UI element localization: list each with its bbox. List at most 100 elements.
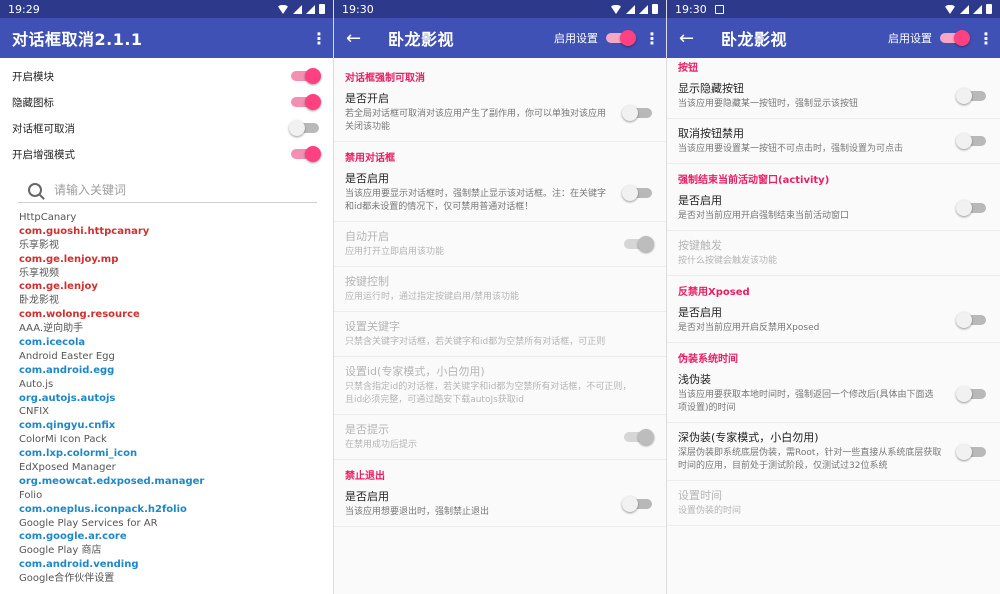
preference-summary: 深层伪装即系统底层伪装，需Root，针对一些直接从系统底层获取时间的应用，目前处…	[678, 448, 942, 471]
status-bar: 19:30	[667, 0, 1000, 18]
preference-summary: 只禁含指定id的对话框，若关键字和id都为空禁所有对话框，不可正则，且id必须完…	[345, 382, 632, 405]
search-bar[interactable]: 请输入关键词	[18, 177, 317, 203]
preference-title: 深伪装(专家模式，小白勿用)	[678, 431, 819, 444]
battery-icon	[986, 4, 992, 14]
app-package[interactable]: com.lxp.colormi_icon	[19, 447, 333, 461]
app-package[interactable]: com.android.vending	[19, 558, 333, 572]
toggle-switch[interactable]	[289, 120, 321, 136]
app-title: 对话框取消2.1.1	[12, 30, 143, 49]
preference-summary: 设置伪装的时间	[678, 506, 742, 516]
app-package[interactable]: com.guoshi.httpcanary	[19, 225, 333, 239]
app-package[interactable]: com.qingyu.cnfix	[19, 419, 333, 433]
app-package[interactable]: com.wolong.resource	[19, 308, 333, 322]
enable-settings-label: 启用设置	[554, 32, 598, 45]
search-input[interactable]: 请输入关键词	[54, 181, 126, 198]
app-name[interactable]: 乐享影视	[19, 239, 333, 253]
app-name[interactable]: 乐享视频	[19, 267, 333, 281]
toggle-row[interactable]: 开启模块	[0, 63, 333, 89]
back-arrow-icon[interactable]: ←	[679, 28, 707, 49]
app-name[interactable]: HttpCanary	[19, 211, 333, 225]
app-name[interactable]: CNFIX	[19, 405, 333, 419]
preference-title: 按键触发	[678, 239, 722, 252]
app-name[interactable]: Android Easter Egg	[19, 350, 333, 364]
preference-title: 取消按钮禁用	[678, 127, 744, 140]
app-package[interactable]: com.ge.lenjoy.mp	[19, 253, 333, 267]
app-package[interactable]: com.oneplus.iconpack.h2folio	[19, 503, 333, 517]
preference-summary: 是否对当前应用开启反禁用Xposed	[678, 323, 820, 333]
app-name[interactable]: Auto.js	[19, 378, 333, 392]
preference-summary: 当该应用要隐藏某一按钮时，强制显示该按钮	[678, 99, 859, 109]
preference-item[interactable]: 是否启用 是否对当前应用开启强制结束当前活动窗口	[667, 186, 1000, 231]
toggle-switch[interactable]	[289, 146, 321, 162]
app-name[interactable]: Google合作伙伴设置	[19, 572, 333, 586]
preference-title: 是否启用	[678, 194, 722, 207]
preference-switch[interactable]	[956, 385, 988, 402]
toggle-switch[interactable]	[289, 68, 321, 84]
preference-summary: 只禁含关键字对话框，若关键字和id都为空禁所有对话框，可正则	[345, 337, 606, 347]
app-package[interactable]: com.google.ar.core	[19, 530, 333, 544]
toggle-label: 开启增强模式	[12, 148, 75, 161]
app-name[interactable]: 卧龙影视	[19, 294, 333, 308]
preference-switch[interactable]	[622, 496, 654, 512]
preference-summary: 当该应用要显示对话框时，强制禁止显示该对话框。注：在关键字和id都未设置的情况下…	[345, 189, 607, 212]
section-header: 按钮	[678, 63, 698, 74]
signal-icon-2	[973, 4, 982, 14]
app-name[interactable]: AAA.逆向助手	[19, 322, 333, 336]
preference-switch	[622, 429, 654, 445]
toggle-switch[interactable]	[289, 94, 321, 110]
preference-title: 浅伪装	[678, 373, 711, 386]
status-time: 19:29	[8, 2, 40, 16]
toggle-row[interactable]: 隐藏图标	[0, 89, 333, 115]
app-name[interactable]: Google Play 商店	[19, 544, 333, 558]
signal-icon-2	[639, 4, 648, 14]
app-package[interactable]: com.ge.lenjoy	[19, 280, 333, 294]
preference-switch[interactable]	[622, 104, 654, 121]
app-name[interactable]: Google Play Services for AR	[19, 517, 333, 531]
preference-title: 设置关键字	[345, 320, 400, 333]
preference-item[interactable]: 深伪装(专家模式，小白勿用) 深层伪装即系统底层伪装，需Root，针对一些直接从系…	[667, 423, 1000, 481]
toggle-row[interactable]: 对话框可取消	[0, 115, 333, 141]
enable-settings-switch[interactable]	[938, 30, 970, 46]
preference-summary: 按什么按键会触发该功能	[678, 256, 778, 266]
preference-title: 按键控制	[345, 275, 389, 288]
preference-switch[interactable]	[956, 88, 988, 104]
app-package[interactable]: org.meowcat.edxposed.manager	[19, 475, 333, 489]
app-name[interactable]: ColorMi Icon Pack	[19, 433, 333, 447]
app-package[interactable]: org.autojs.autojs	[19, 392, 333, 406]
preference-summary: 在禁用成功后提示	[345, 440, 418, 450]
preference-item[interactable]: 显示隐藏按钮 当该应用要隐藏某一按钮时，强制显示该按钮	[667, 74, 1000, 119]
preference-summary: 当该应用想要退出时，强制禁止退出	[345, 507, 490, 517]
preference-item[interactable]: 是否开启 若全局对话框可取消对该应用产生了副作用，你可以单独对该应用关闭该功能	[334, 84, 666, 142]
preference-switch[interactable]	[956, 133, 988, 149]
preference-item[interactable]: 是否启用 是否对当前应用开启反禁用Xposed	[667, 298, 1000, 343]
back-arrow-icon[interactable]: ←	[346, 28, 374, 49]
app-title: 卧龙影视	[721, 30, 788, 49]
enable-settings-switch[interactable]	[604, 30, 636, 46]
settings-list: 对话框强制可取消 是否开启 若全局对话框可取消对该应用产生了副作用，你可以单独对该应…	[334, 58, 666, 527]
more-options-icon[interactable]: ⋮	[978, 29, 994, 48]
preference-switch[interactable]	[956, 200, 988, 216]
app-settings-screen-1: 19:30 ← 卧龙影视 启用设置 ⋮ 对话框强制可取消 是否开启 若全局对话框可取…	[334, 0, 666, 594]
signal-icon-2	[306, 4, 315, 14]
preference-item: 设置id(专家模式，小白勿用) 只禁含指定id的对话框，若关键字和id都为空禁所有…	[334, 357, 666, 415]
preference-item[interactable]: 浅伪装 当该应用要获取本地时间时，强制返回一个修改后(具体由下面选项设置)的时间	[667, 365, 1000, 423]
preference-switch[interactable]	[956, 312, 988, 328]
section-header: 禁用对话框	[345, 153, 395, 164]
preference-title: 设置时间	[678, 489, 722, 502]
toggle-label: 开启模块	[12, 70, 54, 83]
app-name[interactable]: EdXposed Manager	[19, 461, 333, 475]
app-name[interactable]: Folio	[19, 489, 333, 503]
app-package[interactable]: com.icecola	[19, 336, 333, 350]
preference-item[interactable]: 取消按钮禁用 当该应用要设置某一按钮不可点击时，强制设置为可点击	[667, 119, 1000, 164]
toggle-label: 对话框可取消	[12, 122, 75, 135]
preference-switch[interactable]	[622, 184, 654, 201]
preference-item[interactable]: 是否启用 当该应用想要退出时，强制禁止退出	[334, 482, 666, 527]
app-package[interactable]: com.android.egg	[19, 364, 333, 378]
more-options-icon[interactable]: ⋮	[311, 29, 327, 48]
enable-settings-label: 启用设置	[888, 32, 932, 45]
preference-switch[interactable]	[956, 443, 988, 460]
more-options-icon[interactable]: ⋮	[644, 29, 660, 48]
section-header: 伪装系统时间	[678, 354, 738, 365]
preference-item[interactable]: 是否启用 当该应用要显示对话框时，强制禁止显示该对话框。注：在关键字和id都未设置…	[334, 164, 666, 222]
toggle-row[interactable]: 开启增强模式	[0, 141, 333, 167]
